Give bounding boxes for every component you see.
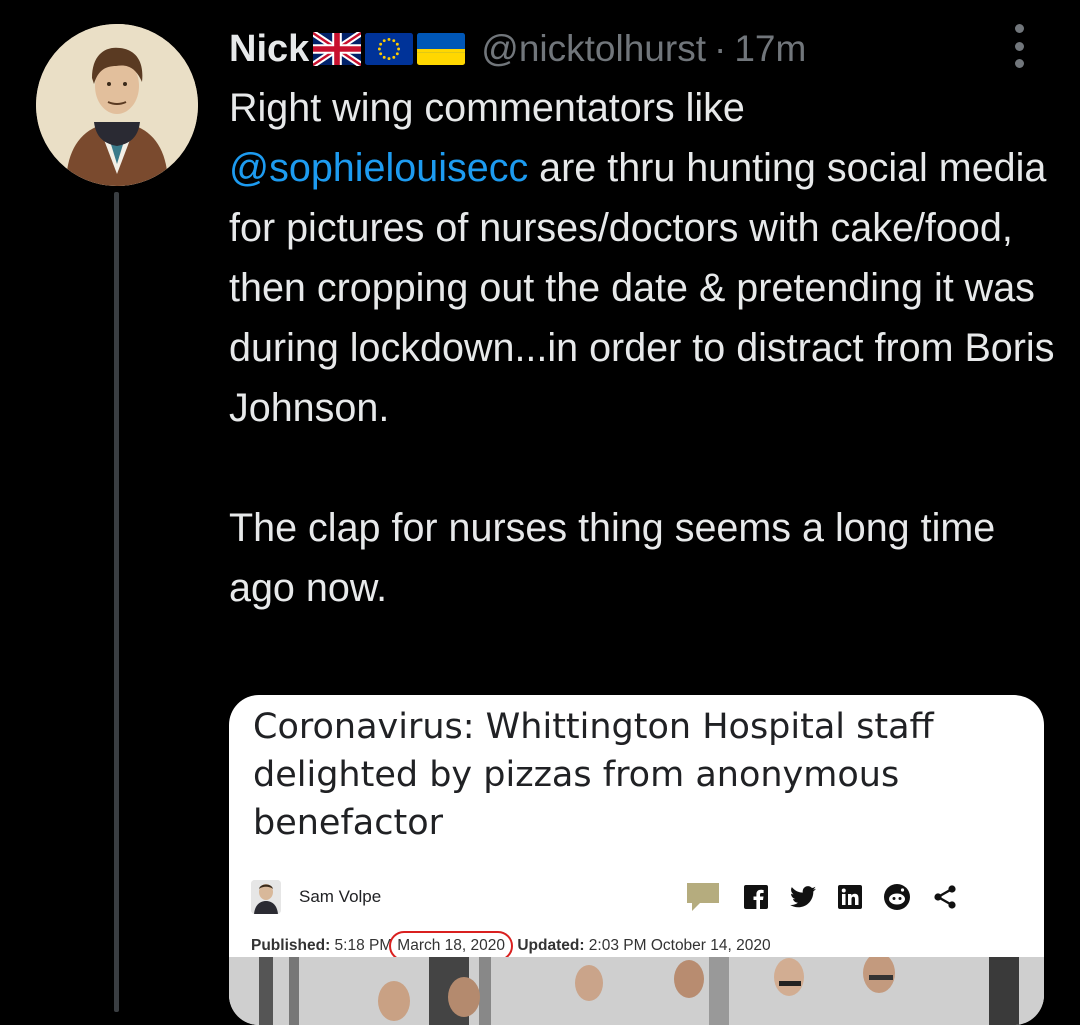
comment-icon xyxy=(684,881,722,918)
mention-link[interactable]: @sophielouisecc xyxy=(229,146,528,190)
uk-flag-icon xyxy=(313,32,362,66)
article-author: Sam Volpe xyxy=(299,887,382,906)
share-row xyxy=(684,881,958,918)
author-avatar xyxy=(251,880,281,914)
tweet-text: Right wing commentators like @sophielouis… xyxy=(229,78,1059,618)
thread-line xyxy=(114,192,119,1012)
published-time: 5:18 PM xyxy=(334,937,393,954)
ukraine-flag-icon xyxy=(417,32,466,66)
tweet-timestamp[interactable]: 17m xyxy=(734,28,806,70)
user-handle[interactable]: @nicktolhurst xyxy=(481,28,706,70)
linkedin-icon xyxy=(838,885,862,914)
updated-value: 2:03 PM October 14, 2020 xyxy=(588,937,771,954)
tweet-text-part-1: Right wing commentators like xyxy=(229,86,745,130)
twitter-icon xyxy=(790,886,816,913)
separator-dot: · xyxy=(713,28,727,69)
reddit-icon xyxy=(884,884,910,915)
portrait-illustration xyxy=(36,24,198,186)
attached-image[interactable]: Coronavirus: Whittington Hospital staff … xyxy=(229,695,1044,1025)
published-label: Published: xyxy=(251,937,331,954)
updated-label: Updated: xyxy=(517,937,585,954)
article-headline: Coronavirus: Whittington Hospital staff … xyxy=(253,707,934,843)
tweet-text-part-3: The clap for nurses thing seems a long t… xyxy=(229,506,996,610)
more-options-icon[interactable] xyxy=(1004,24,1034,68)
display-name[interactable]: Nick xyxy=(229,28,309,71)
tweet-header: Nick @nicktolhurst · 17m xyxy=(229,22,806,76)
facebook-icon xyxy=(744,885,768,914)
eu-flag-icon xyxy=(365,32,414,66)
share-icon xyxy=(932,884,958,915)
staff-photo xyxy=(229,953,1044,1025)
profile-avatar[interactable] xyxy=(36,24,198,186)
